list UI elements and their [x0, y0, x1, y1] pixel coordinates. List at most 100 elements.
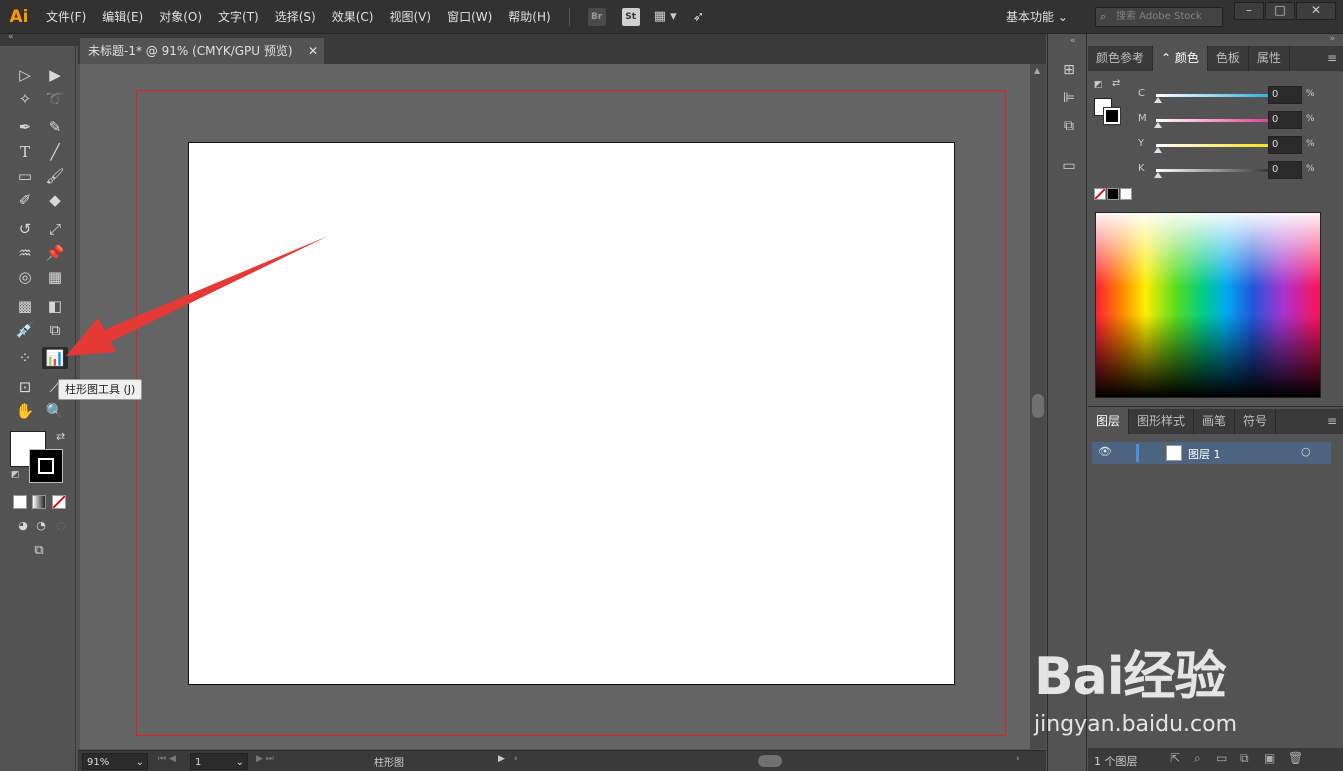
scroll-left-icon[interactable]: ‹: [514, 754, 518, 764]
magenta-track[interactable]: [1156, 119, 1282, 122]
eyedropper-tool-icon[interactable]: 💉: [12, 319, 38, 341]
last-page-icon[interactable]: ▶ ⏭: [256, 754, 274, 764]
selection-tool-icon[interactable]: ▷: [12, 64, 38, 86]
black-knob[interactable]: [1154, 172, 1162, 178]
tab-properties[interactable]: 属性: [1249, 46, 1290, 71]
menu-help[interactable]: 帮助(H): [500, 0, 558, 34]
shape-builder-tool-icon[interactable]: ◎: [12, 266, 38, 288]
stock-button[interactable]: St: [621, 7, 640, 26]
horizontal-scroll-thumb[interactable]: [758, 755, 782, 767]
menu-type[interactable]: 文字(T): [210, 0, 267, 34]
magic-wand-tool-icon[interactable]: ✧: [12, 88, 38, 110]
column-graph-tool-icon[interactable]: 📊: [42, 347, 68, 369]
status-menu-icon[interactable]: ▶: [498, 754, 505, 764]
menu-file[interactable]: 文件(F): [38, 0, 94, 34]
paintbrush-tool-icon[interactable]: 🖌: [42, 165, 68, 187]
gradient-tool-icon[interactable]: ◧: [42, 295, 68, 317]
default-colors-icon[interactable]: ◩: [1094, 80, 1103, 90]
yellow-slider[interactable]: Y 0 %: [1138, 136, 1338, 156]
new-sublayer-icon[interactable]: ⧉: [1240, 751, 1249, 766]
expand-panels-icon[interactable]: «: [1070, 36, 1076, 46]
rectangle-tool-icon[interactable]: ▭: [12, 165, 38, 187]
stroke-color-swatch[interactable]: [29, 449, 63, 483]
eraser-tool-icon[interactable]: ◆: [42, 189, 68, 211]
layer-target-icon[interactable]: ○: [1301, 445, 1311, 458]
transform-panel-icon[interactable]: ⊞: [1058, 60, 1080, 80]
rotate-tool-icon[interactable]: ↺: [12, 218, 38, 240]
tab-swatches[interactable]: 色板: [1208, 46, 1249, 71]
draw-inside-icon[interactable]: ◌: [48, 515, 74, 537]
mesh-tool-icon[interactable]: ▩: [12, 295, 38, 317]
pen-tool-icon[interactable]: ✒: [12, 116, 38, 138]
color-spectrum[interactable]: [1095, 212, 1321, 398]
magenta-input[interactable]: 0: [1268, 111, 1302, 129]
cyan-input[interactable]: 0: [1268, 86, 1302, 104]
zoom-tool-icon[interactable]: 🔍: [42, 400, 68, 422]
yellow-input[interactable]: 0: [1268, 136, 1302, 154]
black-color-swatch[interactable]: [1107, 188, 1119, 200]
maximize-button[interactable]: □: [1265, 2, 1295, 20]
shaper-tool-icon[interactable]: ✐: [12, 189, 38, 211]
minimize-button[interactable]: –: [1234, 2, 1264, 20]
magenta-slider[interactable]: M 0 %: [1138, 111, 1338, 131]
artboard-number-select[interactable]: 1 ⌄: [190, 753, 248, 770]
puppet-warp-tool-icon[interactable]: 📌: [42, 242, 68, 264]
scroll-up-icon[interactable]: ▲: [1034, 66, 1040, 75]
layer-row[interactable]: 👁 图层 1 ○: [1092, 442, 1331, 464]
yellow-track[interactable]: [1156, 144, 1282, 147]
tab-brushes[interactable]: 画笔: [1194, 409, 1236, 434]
panel-menu-icon[interactable]: ≡: [1327, 46, 1337, 71]
symbol-sprayer-tool-icon[interactable]: ⁘: [12, 347, 38, 369]
artboard-tool-icon[interactable]: ⊡: [12, 376, 38, 398]
direct-selection-tool-icon[interactable]: ▶: [42, 64, 68, 86]
menu-object[interactable]: 对象(O): [151, 0, 210, 34]
magenta-knob[interactable]: [1154, 122, 1162, 128]
hand-tool-icon[interactable]: ✋: [12, 400, 38, 422]
gradient-mode-icon[interactable]: [32, 495, 46, 509]
color-stroke-swatch[interactable]: [1103, 107, 1121, 125]
swap-colors-icon[interactable]: ⇄: [1112, 78, 1120, 89]
delete-layer-icon[interactable]: 🗑: [1288, 751, 1303, 765]
none-color-swatch[interactable]: [1094, 188, 1106, 200]
export-icon[interactable]: ⇱: [1170, 751, 1180, 765]
yellow-knob[interactable]: [1154, 147, 1162, 153]
workspace-switcher[interactable]: 基本功能 ⌄: [998, 6, 1080, 28]
close-icon[interactable]: ✕: [308, 38, 318, 64]
pathfinder-panel-icon[interactable]: ⧉: [1058, 116, 1080, 136]
document-tab[interactable]: 未标题-1* @ 91% (CMYK/GPU 预览) ✕: [80, 38, 324, 64]
none-mode-icon[interactable]: [52, 495, 66, 509]
tab-color[interactable]: ⌃ 颜色: [1153, 46, 1208, 71]
collapse-panel-icon[interactable]: »: [1329, 34, 1335, 44]
warp-tool-icon[interactable]: ♒: [12, 242, 38, 264]
black-slider[interactable]: K 0 %: [1138, 161, 1338, 181]
type-tool-icon[interactable]: T: [12, 141, 38, 163]
menu-edit[interactable]: 编辑(E): [94, 0, 151, 34]
perspective-grid-tool-icon[interactable]: ▦: [42, 266, 68, 288]
default-fill-stroke-icon[interactable]: ◩: [11, 470, 20, 480]
tab-symbols[interactable]: 符号: [1235, 409, 1277, 434]
tab-layers[interactable]: 图层: [1088, 409, 1130, 434]
cyan-knob[interactable]: [1154, 97, 1162, 103]
swap-fill-stroke-icon[interactable]: ⇄: [56, 430, 65, 443]
color-mode-icon[interactable]: [13, 495, 27, 509]
new-layer-icon[interactable]: ▣: [1264, 751, 1275, 765]
zoom-level-select[interactable]: 91% ⌄: [82, 753, 148, 770]
first-page-icon[interactable]: ⏮ ◀: [158, 754, 176, 764]
locate-object-icon[interactable]: ⌕: [1194, 751, 1201, 766]
gpu-performance-icon[interactable]: ➶: [693, 9, 705, 25]
close-window-button[interactable]: ✕: [1296, 2, 1336, 20]
scroll-right-icon[interactable]: ›: [1016, 754, 1020, 764]
blend-tool-icon[interactable]: ⧉: [42, 319, 68, 341]
canvas-area[interactable]: [80, 64, 1030, 749]
tab-color-guide[interactable]: 颜色参考: [1088, 46, 1154, 71]
gradient-panel-icon[interactable]: ▭: [1058, 156, 1080, 176]
menu-select[interactable]: 选择(S): [267, 0, 324, 34]
screen-mode-icon[interactable]: ⧉: [26, 540, 52, 562]
black-track[interactable]: [1156, 169, 1282, 172]
layer-name[interactable]: 图层 1: [1188, 446, 1221, 462]
stock-search-input[interactable]: ⌕ 搜索 Adobe Stock: [1095, 7, 1223, 27]
artboard[interactable]: [188, 142, 955, 685]
black-input[interactable]: 0: [1268, 161, 1302, 179]
line-segment-tool-icon[interactable]: ╱: [42, 141, 68, 163]
clipping-mask-icon[interactable]: ▭: [1216, 751, 1227, 765]
